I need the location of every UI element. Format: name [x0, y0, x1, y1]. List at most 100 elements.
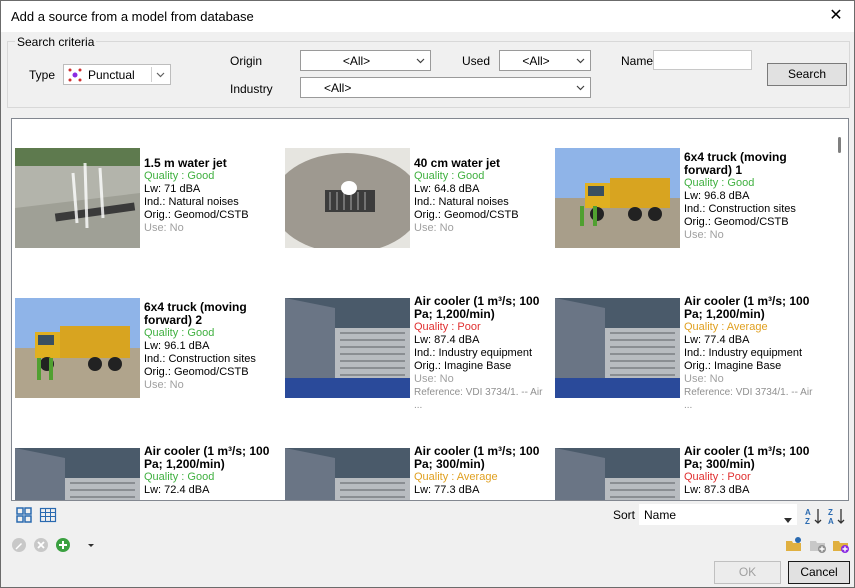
list-item[interactable]: 6x4 truck (moving forward) 2 Quality : G… — [12, 295, 282, 435]
sort-descending-icon[interactable]: ZA — [827, 506, 847, 526]
open-folder-icon[interactable] — [784, 535, 804, 555]
item-meta: Air cooler (1 m³/s; 100 Pa; 1,200/min) Q… — [144, 445, 280, 497]
air-cooler-image — [15, 448, 140, 500]
svg-text:Z: Z — [828, 508, 833, 517]
item-lw: Lw: 87.4 dBA — [414, 334, 480, 346]
item-name: 1.5 m water jet — [144, 156, 227, 170]
type-label: Type — [29, 68, 56, 82]
item-lw: Lw: 96.8 dBA — [684, 190, 750, 202]
title-bar: Add a source from a model from database … — [1, 1, 854, 32]
item-industry: Ind.: Construction sites — [144, 353, 256, 365]
air-cooler-image — [555, 298, 680, 398]
used-value: <All> — [522, 54, 550, 68]
item-quality: Quality : Good — [144, 327, 215, 339]
item-origin: Orig.: Geomod/CSTB — [144, 209, 249, 221]
origin-combo[interactable]: <All> — [300, 50, 431, 71]
item-reference: Reference: VDI 3734/1. -- Air ... — [684, 387, 813, 411]
item-quality: Quality : Poor — [414, 321, 481, 333]
search-criteria-legend: Search criteria — [15, 35, 97, 49]
type-combo[interactable]: Punctual — [63, 64, 171, 85]
name-label: Name — [621, 54, 654, 68]
grid-view-icon[interactable] — [15, 506, 35, 526]
item-industry: Ind.: Natural noises — [144, 196, 239, 208]
air-cooler-image — [285, 448, 410, 500]
item-name-line2: Pa; 1,200/min) — [414, 307, 495, 321]
used-combo[interactable]: <All> — [499, 50, 591, 71]
sort-combo[interactable]: Name — [639, 504, 797, 525]
item-use: Use: No — [144, 379, 184, 391]
list-item[interactable]: Air cooler (1 m³/s; 100 Pa; 1,200/min) Q… — [12, 445, 282, 500]
item-lw: Lw: 77.3 dBA — [414, 484, 480, 496]
item-quality: Quality : Good — [144, 471, 215, 483]
type-value: Punctual — [88, 68, 135, 82]
item-origin: Orig.: Imagine Base — [414, 360, 512, 372]
item-meta: Air cooler (1 m³/s; 100 Pa; 1,200/min) Q… — [684, 295, 820, 412]
item-use: Use: No — [414, 373, 454, 385]
chevron-down-icon — [413, 52, 428, 69]
industry-label: Industry — [230, 82, 273, 96]
more-dropdown-icon[interactable] — [85, 536, 105, 556]
cancel-button[interactable]: Cancel — [788, 561, 850, 584]
list-item[interactable]: Air cooler (1 m³/s; 100 Pa; 1,200/min) Q… — [282, 295, 552, 435]
sort-value: Name — [644, 508, 677, 522]
item-origin: Orig.: Imagine Base — [684, 360, 782, 372]
item-lw: Lw: 71 dBA — [144, 183, 201, 195]
item-origin: Orig.: Geomod/CSTB — [144, 366, 249, 378]
dialog-window: Add a source from a model from database … — [0, 0, 855, 588]
vertical-scrollbar[interactable] — [831, 119, 848, 500]
industry-combo[interactable]: <All> — [300, 77, 591, 98]
list-item[interactable]: 6x4 truck (moving forward) 1 Quality : G… — [552, 145, 822, 285]
list-item[interactable]: Air cooler (1 m³/s; 100 Pa; 300/min) Qua… — [282, 445, 552, 500]
svg-text:A: A — [828, 517, 834, 526]
sort-ascending-icon[interactable]: AZ — [804, 506, 824, 526]
edit-icon[interactable] — [10, 536, 30, 556]
industry-value: <All> — [324, 81, 352, 95]
item-meta: 1.5 m water jet Quality : Good Lw: 71 dB… — [144, 157, 280, 235]
item-industry: Ind.: Industry equipment — [414, 347, 533, 359]
item-reference: Reference: VDI 3734/1. -- Air ... — [414, 387, 543, 411]
item-use: Use: No — [684, 229, 724, 241]
water-jet-image — [15, 148, 140, 248]
punctual-source-icon — [68, 68, 82, 82]
ok-button[interactable]: OK — [714, 561, 781, 584]
item-meta: 6x4 truck (moving forward) 2 Quality : G… — [144, 301, 280, 392]
list-item[interactable]: 1.5 m water jet Quality : Good Lw: 71 dB… — [12, 145, 282, 285]
name-input[interactable] — [653, 50, 752, 70]
source-list[interactable]: 1.5 m water jet Quality : Good Lw: 71 dB… — [11, 118, 849, 501]
item-lw: Lw: 64.8 dBA — [414, 183, 480, 195]
origin-label: Origin — [230, 54, 263, 68]
delete-icon[interactable] — [32, 536, 52, 556]
air-cooler-image — [555, 448, 680, 500]
water-jet-image — [285, 148, 410, 248]
item-industry: Ind.: Natural noises — [414, 196, 509, 208]
new-folder-icon[interactable] — [808, 535, 828, 555]
item-meta: Air cooler (1 m³/s; 100 Pa; 1,200/min) Q… — [414, 295, 550, 412]
list-item[interactable]: Air cooler (1 m³/s; 100 Pa; 1,200/min) Q… — [552, 295, 822, 435]
folder-add-icon[interactable] — [831, 535, 851, 555]
search-button[interactable]: Search — [767, 63, 847, 86]
svg-text:A: A — [805, 508, 811, 517]
dropdown-arrow-icon — [784, 512, 792, 526]
item-quality: Quality : Poor — [684, 471, 751, 483]
item-quality: Quality : Average — [414, 471, 498, 483]
item-meta: Air cooler (1 m³/s; 100 Pa; 300/min) Qua… — [684, 445, 820, 497]
chevron-down-icon — [153, 66, 168, 83]
close-icon[interactable]: ✕ — [822, 3, 850, 29]
chevron-down-icon — [573, 52, 588, 69]
table-view-icon[interactable] — [39, 506, 59, 526]
item-lw: Lw: 96.1 dBA — [144, 340, 210, 352]
svg-text:Z: Z — [805, 517, 810, 526]
item-use: Use: No — [144, 222, 184, 234]
chevron-down-icon — [573, 79, 588, 96]
add-icon[interactable] — [54, 536, 74, 556]
item-meta: Air cooler (1 m³/s; 100 Pa; 300/min) Qua… — [414, 445, 550, 497]
list-item[interactable]: Air cooler (1 m³/s; 100 Pa; 300/min) Qua… — [552, 445, 822, 500]
item-meta: 6x4 truck (moving forward) 1 Quality : G… — [684, 151, 820, 242]
scrollbar-thumb[interactable] — [838, 137, 841, 153]
item-meta: 40 cm water jet Quality : Good Lw: 64.8 … — [414, 157, 550, 235]
truck-image — [555, 148, 680, 248]
combo-separator — [151, 67, 152, 82]
list-item[interactable]: 40 cm water jet Quality : Good Lw: 64.8 … — [282, 145, 552, 285]
item-lw: Lw: 87.3 dBA — [684, 484, 750, 496]
item-name-line2: Pa; 300/min) — [414, 457, 485, 471]
